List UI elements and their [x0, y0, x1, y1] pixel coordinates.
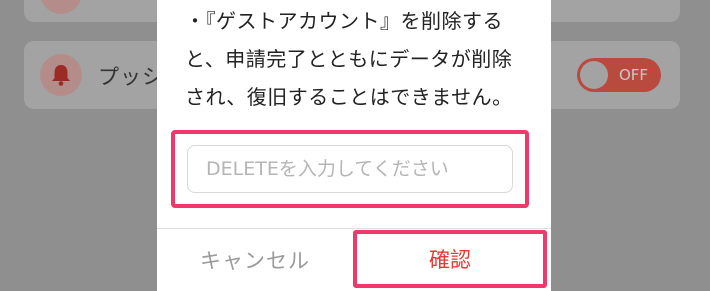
bell-icon — [40, 54, 82, 96]
push-setting-label: プッシ — [98, 65, 164, 89]
message-line-4: あらかじめご了承ください。 — [185, 116, 535, 124]
message-line-1: ・『ゲストアカウント』を削除する — [185, 9, 503, 33]
toggle-knob — [580, 61, 608, 89]
cancel-button[interactable]: キャンセル — [157, 229, 353, 291]
confirm-button[interactable]: 確認 — [357, 234, 543, 284]
message-line-2: と、申請完了とともにデータが削除 — [185, 47, 513, 71]
delete-confirm-input[interactable] — [187, 145, 513, 193]
message-line-3: され、復旧することはできません。 — [185, 85, 513, 109]
toggle-state-text: OFF — [618, 66, 648, 84]
bell-icon-circle — [40, 0, 82, 14]
confirm-highlight-frame: 確認 — [353, 230, 547, 288]
input-highlight-frame — [171, 130, 529, 208]
push-toggle[interactable]: OFF — [577, 58, 661, 92]
dialog-message: ・『ゲストアカウント』を削除する と、申請完了とともにデータが削除 され、復旧す… — [185, 0, 535, 124]
delete-account-dialog: ・『ゲストアカウント』を削除する と、申請完了とともにデータが削除 され、復旧す… — [157, 0, 551, 291]
